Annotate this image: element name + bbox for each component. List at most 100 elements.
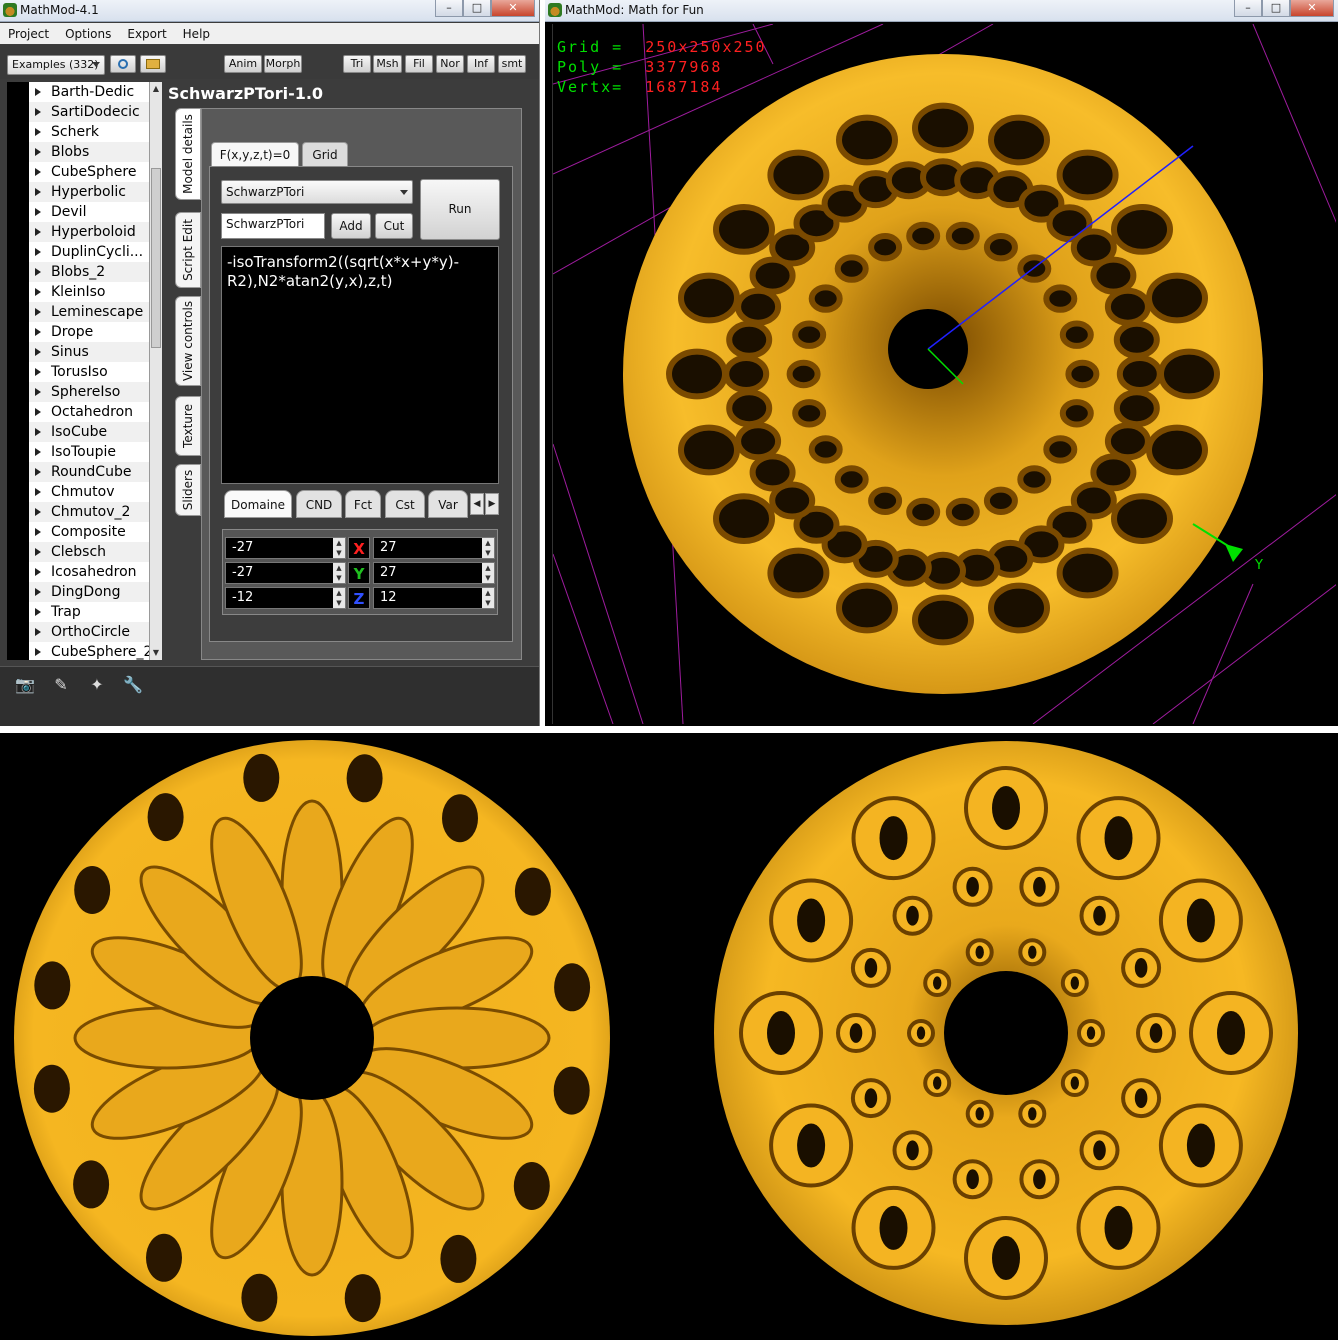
- tab-grid[interactable]: Grid: [302, 142, 348, 168]
- expand-arrow-icon[interactable]: [35, 188, 41, 196]
- anim-button[interactable]: Anim: [224, 55, 262, 73]
- x-max-stepper[interactable]: ▲ ▼: [482, 538, 494, 558]
- z-min-stepper[interactable]: ▲ ▼: [333, 588, 345, 608]
- tab-scroll-right-icon[interactable]: ▶: [485, 493, 499, 515]
- tab-domaine[interactable]: Domaine: [224, 490, 292, 518]
- expand-arrow-icon[interactable]: [35, 588, 41, 596]
- menu-help[interactable]: Help: [175, 27, 218, 41]
- list-item[interactable]: Trap: [7, 602, 161, 622]
- function-name-field[interactable]: SchwarzPTori: [221, 213, 325, 239]
- scroll-down-icon[interactable]: ▼: [151, 647, 161, 659]
- tab-texture[interactable]: Texture: [175, 396, 201, 456]
- list-item[interactable]: Clebsch: [7, 542, 161, 562]
- expand-arrow-icon[interactable]: [35, 268, 41, 276]
- expand-arrow-icon[interactable]: [35, 248, 41, 256]
- expand-arrow-icon[interactable]: [35, 208, 41, 216]
- expand-arrow-icon[interactable]: [35, 148, 41, 156]
- expand-arrow-icon[interactable]: [35, 428, 41, 436]
- expand-arrow-icon[interactable]: [35, 408, 41, 416]
- cut-button[interactable]: Cut: [375, 213, 413, 239]
- list-item[interactable]: CubeSphere: [7, 162, 161, 182]
- formula-editor[interactable]: -isoTransform2((sqrt(x*x+y*y)-R2),N2*ata…: [221, 246, 499, 484]
- expand-arrow-icon[interactable]: [35, 168, 41, 176]
- list-item[interactable]: Devil: [7, 202, 161, 222]
- smt-button[interactable]: smt: [498, 55, 526, 73]
- viewer-minimize-button[interactable]: –: [1234, 0, 1262, 17]
- x-max-spinbox[interactable]: 27 ▲ ▼: [373, 537, 495, 559]
- tab-implicit-function[interactable]: F(x,y,z,t)=0: [211, 142, 299, 168]
- inf-button[interactable]: Inf: [467, 55, 495, 73]
- open-folder-button[interactable]: [140, 55, 166, 73]
- list-item[interactable]: IsoToupie: [7, 442, 161, 462]
- list-item[interactable]: Leminescape: [7, 302, 161, 322]
- x-min-spinbox[interactable]: -27 ▲ ▼: [225, 537, 346, 559]
- expand-arrow-icon[interactable]: [35, 128, 41, 136]
- camera-icon[interactable]: 📷: [14, 676, 36, 694]
- tab-script-edit[interactable]: Script Edit: [175, 212, 201, 288]
- expand-arrow-icon[interactable]: [35, 288, 41, 296]
- menu-project[interactable]: Project: [0, 27, 57, 41]
- 3d-viewport[interactable]: Grid = 250x250x250 Poly = 3377968 Vertx=…: [552, 24, 1336, 724]
- minimize-button[interactable]: –: [435, 0, 463, 17]
- viewer-close-button[interactable]: ✕: [1290, 0, 1334, 17]
- expand-arrow-icon[interactable]: [35, 608, 41, 616]
- run-button[interactable]: Run: [420, 179, 500, 240]
- list-item[interactable]: Scherk: [7, 122, 161, 142]
- expand-arrow-icon[interactable]: [35, 228, 41, 236]
- list-item[interactable]: Hyperboloid: [7, 222, 161, 242]
- maximize-button[interactable]: □: [463, 0, 491, 17]
- tab-sliders[interactable]: Sliders: [175, 464, 201, 516]
- expand-arrow-icon[interactable]: [35, 368, 41, 376]
- menu-export[interactable]: Export: [119, 27, 174, 41]
- expand-arrow-icon[interactable]: [35, 568, 41, 576]
- y-min-stepper[interactable]: ▲ ▼: [333, 563, 345, 583]
- x-min-stepper[interactable]: ▲ ▼: [333, 538, 345, 558]
- list-item[interactable]: Hyperbolic: [7, 182, 161, 202]
- viewer-maximize-button[interactable]: □: [1262, 0, 1290, 17]
- scroll-up-icon[interactable]: ▲: [151, 83, 161, 95]
- list-item[interactable]: CubeSphere_2: [7, 642, 161, 660]
- model-list-scrollbar[interactable]: ▲ ▼: [149, 82, 162, 660]
- expand-arrow-icon[interactable]: [35, 448, 41, 456]
- y-min-spinbox[interactable]: -27 ▲ ▼: [225, 562, 346, 584]
- list-item[interactable]: OrthoCircle: [7, 622, 161, 642]
- lightbulb-icon[interactable]: ✦: [86, 676, 108, 694]
- tab-scroll-left-icon[interactable]: ◀: [470, 493, 484, 515]
- expand-arrow-icon[interactable]: [35, 388, 41, 396]
- menu-options[interactable]: Options: [57, 27, 119, 41]
- tab-cst[interactable]: Cst: [385, 490, 425, 518]
- expand-arrow-icon[interactable]: [35, 508, 41, 516]
- tab-view-controls[interactable]: View controls: [175, 296, 201, 386]
- close-button[interactable]: ✕: [491, 0, 535, 17]
- list-item[interactable]: DingDong: [7, 582, 161, 602]
- eraser-icon[interactable]: ✎: [50, 676, 72, 694]
- expand-arrow-icon[interactable]: [35, 628, 41, 636]
- morph-button[interactable]: Morph: [264, 55, 302, 73]
- expand-arrow-icon[interactable]: [35, 88, 41, 96]
- list-item[interactable]: SartiDodecic: [7, 102, 161, 122]
- tri-button[interactable]: Tri: [343, 55, 371, 73]
- list-item[interactable]: Barth-Dedic: [7, 82, 161, 102]
- list-item[interactable]: Chmutov: [7, 482, 161, 502]
- expand-arrow-icon[interactable]: [35, 488, 41, 496]
- add-button[interactable]: Add: [331, 213, 371, 239]
- list-item[interactable]: DuplinCycli...: [7, 242, 161, 262]
- list-item[interactable]: Icosahedron: [7, 562, 161, 582]
- list-item[interactable]: IsoCube: [7, 422, 161, 442]
- tab-fct[interactable]: Fct: [345, 490, 381, 518]
- list-item[interactable]: Sinus: [7, 342, 161, 362]
- list-item[interactable]: Composite: [7, 522, 161, 542]
- z-max-stepper[interactable]: ▲ ▼: [482, 588, 494, 608]
- expand-arrow-icon[interactable]: [35, 648, 41, 656]
- fil-button[interactable]: Fil: [405, 55, 433, 73]
- z-min-spinbox[interactable]: -12 ▲ ▼: [225, 587, 346, 609]
- expand-arrow-icon[interactable]: [35, 468, 41, 476]
- expand-arrow-icon[interactable]: [35, 528, 41, 536]
- expand-arrow-icon[interactable]: [35, 108, 41, 116]
- tab-model-details[interactable]: Model details: [175, 108, 201, 200]
- list-item[interactable]: Blobs: [7, 142, 161, 162]
- tab-var[interactable]: Var: [428, 490, 468, 518]
- z-max-spinbox[interactable]: 12 ▲ ▼: [373, 587, 495, 609]
- wrench-icon[interactable]: 🔧: [122, 676, 144, 694]
- list-item[interactable]: Blobs_2: [7, 262, 161, 282]
